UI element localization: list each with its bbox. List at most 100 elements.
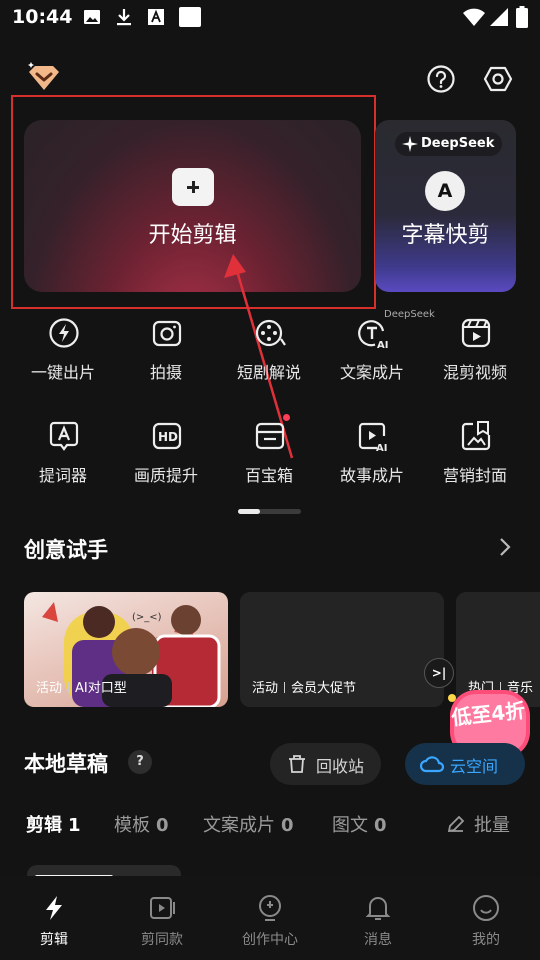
camera-icon (152, 320, 182, 347)
drafts-help-icon[interactable]: ? (128, 750, 152, 774)
creative-caption: 活动 AI对口型 (36, 677, 127, 696)
smiley-icon (473, 895, 499, 921)
caption-tag: 活动 (252, 681, 279, 696)
tool-label: 提词器 (38, 466, 87, 485)
tool-label: 拍摄 (149, 363, 182, 382)
svg-text:HD: HD (158, 430, 178, 444)
tool-label: 百宝箱 (244, 466, 293, 485)
tool-mix-video[interactable]: 混剪视频 (423, 317, 527, 397)
tab-count: 1 (68, 815, 81, 836)
cover-icon (461, 421, 491, 451)
tab-edit[interactable]: 剪辑 1 (26, 811, 81, 837)
tab-template[interactable]: 模板 0 (114, 811, 169, 837)
tool-label: 一键出片 (30, 363, 95, 382)
creative-section-title: 创意试手 (24, 538, 108, 562)
film-reel-icon (255, 319, 286, 347)
deepseek-badge-label: DeepSeek (421, 136, 495, 151)
tool-label: 营销封面 (442, 466, 507, 485)
edit-pencil-icon (447, 815, 465, 833)
caption-label: AI对口型 (75, 681, 127, 696)
video-play-icon (150, 897, 175, 919)
tab-label: 剪辑 (26, 815, 62, 836)
letter-a-icon: A (425, 171, 465, 211)
cloud-space-button[interactable]: 云空间 (405, 743, 525, 785)
tool-label: 短剧解说 (236, 363, 301, 382)
recycle-bin-button[interactable]: 回收站 (270, 743, 381, 785)
caption-label: 会员大促节 (291, 681, 357, 696)
toolbox-icon (255, 422, 285, 450)
text-ai-icon: AI (358, 320, 388, 349)
sparkle-icon (402, 136, 418, 152)
tool-toolbox[interactable]: 百宝箱 (217, 420, 321, 500)
tool-text-to-video[interactable]: AI 文案成片 (320, 317, 424, 397)
help-icon[interactable] (426, 64, 456, 94)
tool-teleprompter[interactable]: 提词器 (11, 420, 115, 500)
svg-text:AI: AI (376, 443, 387, 452)
trash-icon (289, 755, 305, 773)
caption-tag: 活动 (36, 681, 63, 696)
new-badge-dot (283, 414, 290, 421)
tab-label: 图文 (332, 815, 368, 836)
creative-card-member-sale[interactable]: 活动 会员大促节 (240, 592, 444, 707)
deepseek-badge: DeepSeek (395, 132, 503, 156)
bell-icon (365, 897, 391, 920)
teleprompter-icon (49, 421, 79, 451)
nav-creation-center[interactable]: 创作中心 (216, 890, 324, 954)
mix-video-icon (461, 318, 491, 348)
cloud-space-label: 云空间 (450, 757, 499, 776)
lightning-icon (46, 896, 62, 920)
font-notification-icon (148, 9, 164, 25)
battery-icon (516, 6, 528, 28)
recycle-bin-label: 回收站 (316, 757, 365, 776)
nav-edit[interactable]: 剪辑 (0, 890, 108, 954)
signal-icon (490, 8, 508, 26)
nav-label: 剪辑 (40, 932, 68, 948)
app-notification-icon (179, 7, 201, 27)
status-time: 10:44 (12, 6, 73, 28)
story-ai-icon: AI (358, 422, 387, 452)
tool-story-video[interactable]: AI 故事成片 (320, 420, 424, 500)
tool-marketing-cover[interactable]: 营销封面 (423, 420, 527, 500)
chevron-right-icon[interactable] (494, 536, 516, 558)
wifi-icon (463, 8, 485, 26)
tab-image-text[interactable]: 图文 0 (332, 811, 387, 837)
cloud-icon (420, 756, 444, 773)
lightbulb-icon (259, 895, 281, 921)
svg-text:AI: AI (377, 340, 388, 349)
tab-label: 文案成片 (203, 815, 275, 836)
vip-diamond-logo-icon[interactable] (26, 62, 62, 94)
nav-label: 剪同款 (141, 932, 183, 948)
hd-icon: HD (152, 422, 182, 450)
batch-button[interactable]: 批量 (474, 811, 510, 837)
subtitle-quick-cut-card[interactable]: DeepSeek A 字幕快剪 (375, 120, 516, 292)
tool-label: 故事成片 (339, 466, 404, 485)
nav-messages[interactable]: 消息 (324, 890, 432, 954)
tool-shoot[interactable]: 拍摄 (114, 317, 218, 397)
nav-label: 消息 (364, 932, 392, 948)
nav-same-style[interactable]: 剪同款 (108, 890, 216, 954)
tool-label: 文案成片 (339, 363, 404, 382)
tab-text-video[interactable]: 文案成片 0 (203, 811, 294, 837)
download-notification-icon (117, 9, 131, 26)
tab-count: 0 (156, 815, 169, 836)
page-indicator-active (238, 509, 260, 514)
tool-drama-commentary[interactable]: 短剧解说 (217, 317, 321, 397)
tool-one-click[interactable]: 一键出片 (11, 317, 115, 397)
highlight-box (11, 95, 376, 309)
nav-label: 创作中心 (242, 932, 298, 948)
tool-label: 画质提升 (133, 466, 198, 485)
creative-caption: 活动 会员大促节 (252, 677, 356, 696)
tab-count: 0 (281, 815, 294, 836)
tab-count: 0 (374, 815, 387, 836)
tool-quality-boost[interactable]: HD 画质提升 (114, 420, 218, 500)
tab-label: 模板 (114, 815, 150, 836)
image-notification-icon (84, 10, 100, 24)
svg-text:(>_<): (>_<) (132, 612, 162, 623)
nav-profile[interactable]: 我的 (432, 890, 540, 954)
skip-forward-button[interactable]: >| (424, 658, 454, 688)
settings-icon[interactable] (483, 64, 513, 94)
drafts-title: 本地草稿 (24, 752, 108, 776)
creative-card-lipsync[interactable]: (>_<) 活动 AI对口型 (24, 592, 228, 707)
nav-label: 我的 (472, 932, 500, 948)
tool-label: 混剪视频 (442, 363, 507, 382)
